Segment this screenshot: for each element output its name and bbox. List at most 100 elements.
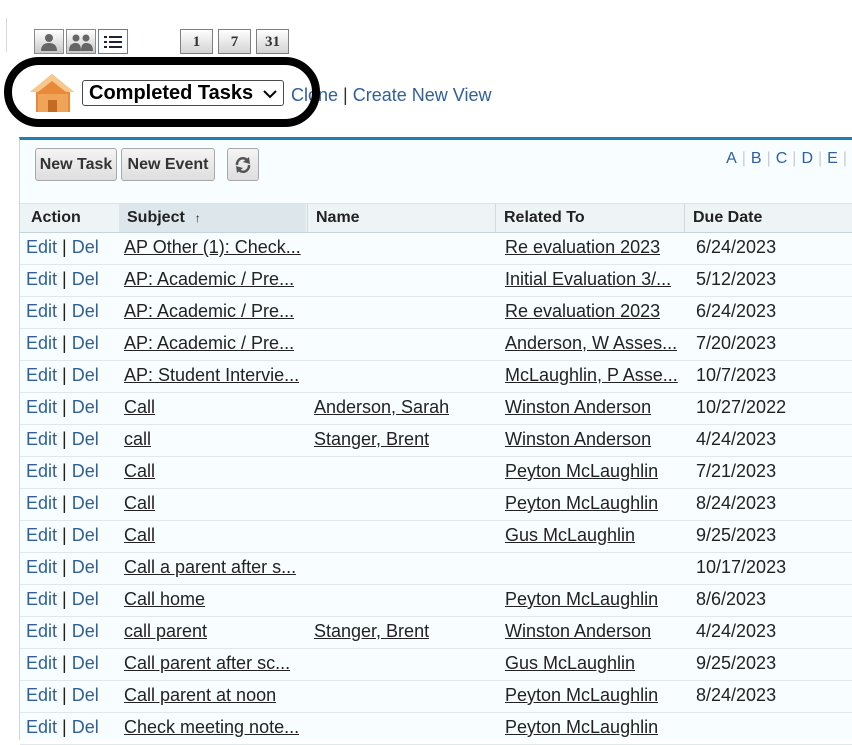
delete-link[interactable]: Del — [72, 269, 99, 290]
edit-link[interactable]: Edit — [26, 589, 57, 610]
subject-link[interactable]: AP Other (1): Check... — [124, 237, 301, 258]
refresh-button[interactable] — [227, 148, 259, 181]
subject-link[interactable]: call — [124, 429, 151, 450]
edit-link[interactable]: Edit — [26, 621, 57, 642]
single-user-view-button[interactable] — [34, 29, 64, 54]
delete-link[interactable]: Del — [72, 589, 99, 610]
subject-link[interactable]: Call parent at noon — [124, 685, 276, 706]
header-subject[interactable]: Subject ↑ — [119, 204, 306, 232]
edit-link[interactable]: Edit — [26, 333, 57, 354]
due-date-value: 5/12/2023 — [696, 269, 777, 289]
subject-link[interactable]: call parent — [124, 621, 207, 642]
action-separator: | — [62, 333, 67, 353]
related-to-link[interactable]: McLaughlin, P Asse... — [505, 365, 678, 386]
due-date-value: 8/6/2023 — [696, 589, 767, 609]
action-cell: Edit | Del — [26, 520, 118, 551]
delete-link[interactable]: Del — [72, 525, 99, 546]
header-action-label: Action — [31, 209, 81, 226]
name-link[interactable]: Anderson, Sarah — [314, 397, 449, 418]
delete-link[interactable]: Del — [72, 237, 99, 258]
related-to-link[interactable]: Winston Anderson — [505, 397, 651, 418]
alpha-filter-c[interactable]: C — [776, 150, 788, 167]
delete-link[interactable]: Del — [72, 717, 99, 738]
subject-link[interactable]: Call home — [124, 589, 205, 610]
delete-link[interactable]: Del — [72, 493, 99, 514]
delete-link[interactable]: Del — [72, 557, 99, 578]
related-to-link[interactable]: Anderson, W Asses... — [505, 333, 677, 354]
subject-link[interactable]: Check meeting note... — [124, 717, 299, 738]
edit-link[interactable]: Edit — [26, 301, 57, 322]
table-row: Edit | Del AP: Academic / Pre... Anderson, W… — [20, 328, 852, 361]
name-link[interactable]: Stanger, Brent — [314, 621, 429, 642]
edit-link[interactable]: Edit — [26, 717, 57, 738]
calendar-day-button[interactable]: 1 — [180, 29, 213, 54]
related-to-link[interactable]: Peyton McLaughlin — [505, 493, 658, 514]
alpha-filter-d[interactable]: D — [801, 150, 813, 167]
delete-link[interactable]: Del — [72, 621, 99, 642]
related-to-link[interactable]: Re evaluation 2023 — [505, 237, 660, 258]
related-to-link[interactable]: Peyton McLaughlin — [505, 685, 658, 706]
new-event-button[interactable]: New Event — [121, 148, 215, 181]
related-to-link[interactable]: Gus McLaughlin — [505, 525, 635, 546]
subject-link[interactable]: Call — [124, 493, 155, 514]
delete-link[interactable]: Del — [72, 685, 99, 706]
alpha-filter-a[interactable]: A — [726, 150, 737, 167]
action-separator: | — [62, 429, 67, 449]
delete-link[interactable]: Del — [72, 301, 99, 322]
edit-link[interactable]: Edit — [26, 429, 57, 450]
delete-link[interactable]: Del — [72, 429, 99, 450]
edit-link[interactable]: Edit — [26, 493, 57, 514]
edit-link[interactable]: Edit — [26, 653, 57, 674]
edit-link[interactable]: Edit — [26, 685, 57, 706]
alpha-filter-e[interactable]: E — [827, 150, 838, 167]
related-to-link[interactable]: Winston Anderson — [505, 429, 651, 450]
new-task-button[interactable]: New Task — [35, 148, 117, 181]
name-cell — [314, 488, 492, 519]
edit-link[interactable]: Edit — [26, 269, 57, 290]
delete-link[interactable]: Del — [72, 461, 99, 482]
subject-link[interactable]: AP: Academic / Pre... — [124, 269, 294, 290]
create-new-view-link[interactable]: Create New View — [353, 85, 492, 105]
header-due-date[interactable]: Due Date — [684, 204, 852, 232]
subject-link[interactable]: Call parent after sc... — [124, 653, 290, 674]
edit-link[interactable]: Edit — [26, 365, 57, 386]
delete-link[interactable]: Del — [72, 365, 99, 386]
alpha-filter-b[interactable]: B — [751, 150, 762, 167]
list-view-button[interactable] — [98, 29, 128, 54]
header-related-label: Related To — [504, 209, 585, 226]
related-to-link[interactable]: Peyton McLaughlin — [505, 589, 658, 610]
subject-link[interactable]: Call — [124, 397, 155, 418]
related-to-link[interactable]: Gus McLaughlin — [505, 653, 635, 674]
delete-link[interactable]: Del — [72, 653, 99, 674]
name-cell — [314, 680, 492, 711]
multi-user-view-button[interactable] — [66, 29, 96, 54]
multi-user-icon — [69, 34, 93, 51]
header-name[interactable]: Name — [307, 204, 494, 232]
related-to-link[interactable]: Initial Evaluation 3/... — [505, 269, 671, 290]
related-to-link[interactable]: Winston Anderson — [505, 621, 651, 642]
edit-link[interactable]: Edit — [26, 237, 57, 258]
calendar-week-button[interactable]: 7 — [218, 29, 251, 54]
related-to-link[interactable]: Peyton McLaughlin — [505, 717, 658, 738]
edit-link[interactable]: Edit — [26, 461, 57, 482]
name-link[interactable]: Stanger, Brent — [314, 429, 429, 450]
related-to-link[interactable]: Re evaluation 2023 — [505, 301, 660, 322]
due-date-value: 6/24/2023 — [696, 237, 777, 257]
due-date-value: 10/27/2022 — [696, 397, 787, 417]
subject-link[interactable]: Call — [124, 525, 155, 546]
related-to-link[interactable]: Peyton McLaughlin — [505, 461, 658, 482]
edit-link[interactable]: Edit — [26, 557, 57, 578]
subject-link[interactable]: Call — [124, 461, 155, 482]
calendar-month-button[interactable]: 31 — [256, 29, 289, 54]
delete-link[interactable]: Del — [72, 397, 99, 418]
edit-link[interactable]: Edit — [26, 397, 57, 418]
subject-link[interactable]: AP: Student Intervie... — [124, 365, 299, 386]
subject-cell: AP: Academic / Pre... — [124, 264, 302, 295]
subject-link[interactable]: AP: Academic / Pre... — [124, 301, 294, 322]
subject-link[interactable]: Call a parent after s... — [124, 557, 296, 578]
delete-link[interactable]: Del — [72, 333, 99, 354]
related-cell — [505, 552, 683, 583]
header-related-to[interactable]: Related To — [495, 204, 683, 232]
subject-link[interactable]: AP: Academic / Pre... — [124, 333, 294, 354]
edit-link[interactable]: Edit — [26, 525, 57, 546]
